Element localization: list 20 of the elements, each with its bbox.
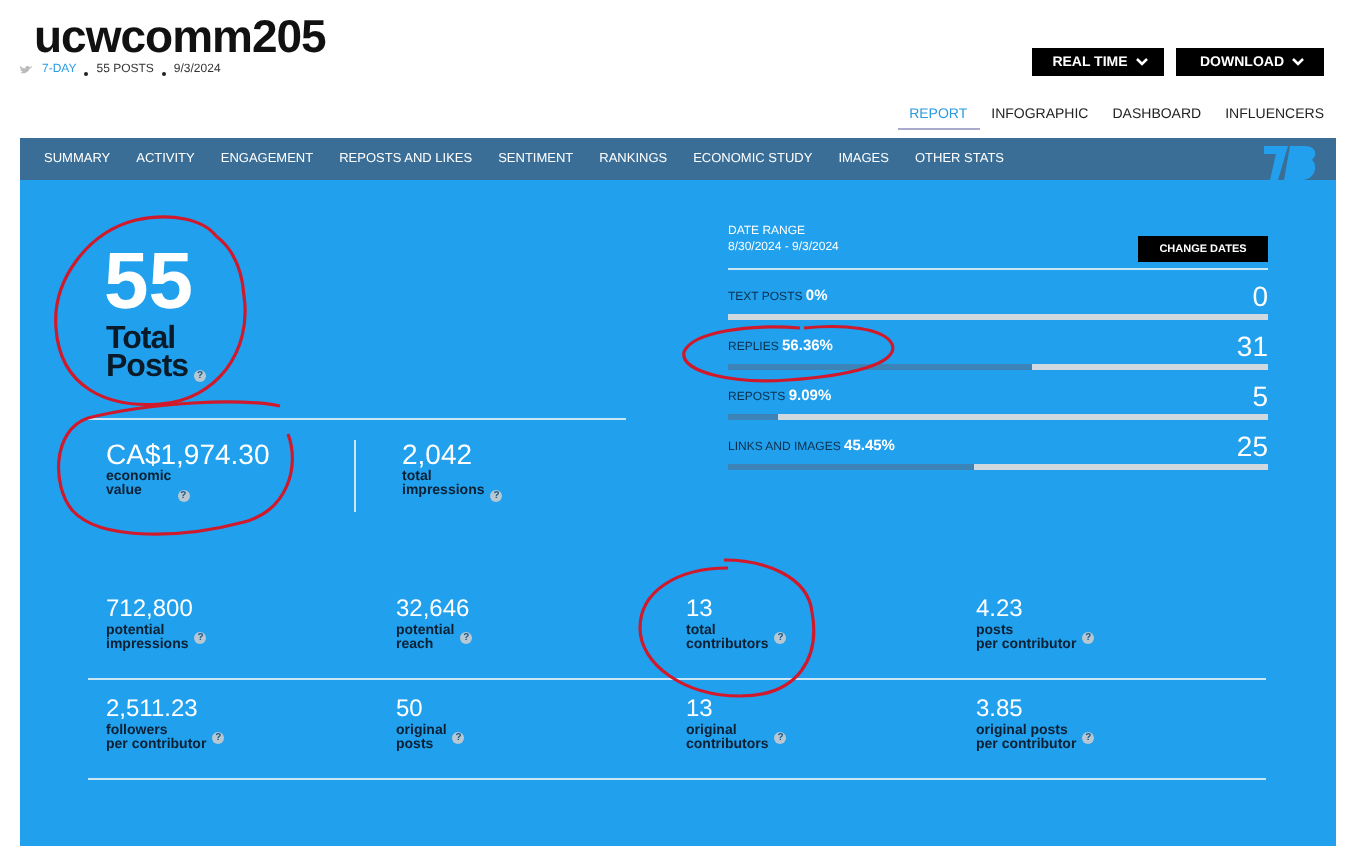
caret-icon [1292, 58, 1304, 66]
stat-value: CA$1,974.30 [106, 440, 272, 468]
stat-value: 13 [686, 694, 715, 722]
breakdown-count: 25 [1236, 432, 1268, 462]
caret-icon [1135, 58, 1148, 66]
stat-value: 13 [686, 594, 715, 622]
stat-value: 712,800 [106, 594, 195, 622]
total-posts-count: 55 [104, 242, 195, 322]
stat-value: 2,042 [402, 440, 475, 468]
breakdown-count: 5 [1252, 382, 1268, 412]
total-posts-label: Total Posts [106, 326, 189, 382]
stat-value: 32,646 [396, 594, 472, 622]
stat-value: 50 [396, 694, 425, 722]
stat-value: 2,511.23 [106, 694, 200, 722]
account-title: ucwcomm205 [34, 10, 326, 62]
stat-value: 4.23 [976, 594, 1025, 622]
breakdown-count: 0 [1252, 282, 1268, 312]
breakdown-count: 31 [1236, 332, 1268, 362]
stat-value: 3.85 [976, 694, 1025, 722]
bird-icon [20, 64, 34, 76]
